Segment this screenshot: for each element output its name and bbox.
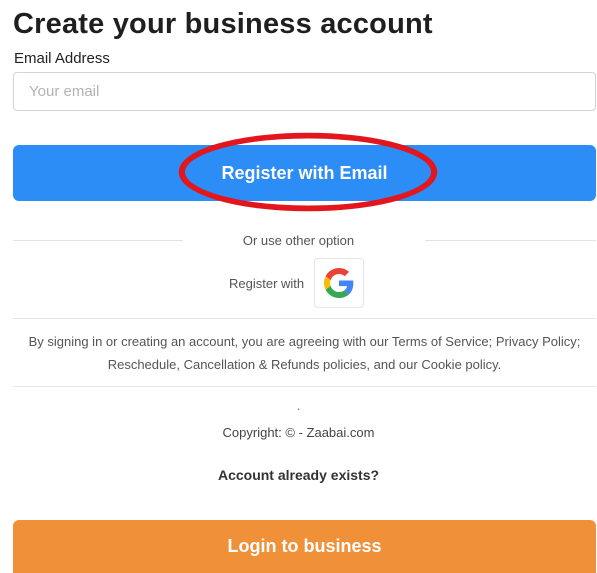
- google-icon: [324, 268, 354, 298]
- email-input[interactable]: [13, 72, 596, 111]
- account-exists-link[interactable]: Account already exists?: [0, 467, 597, 483]
- register-with-label: Register with: [229, 275, 305, 291]
- register-with-email-button[interactable]: Register with Email: [13, 145, 596, 201]
- terms-agreement-text: By signing in or creating an account, yo…: [28, 334, 581, 372]
- separator-top: [13, 318, 596, 319]
- google-register-button[interactable]: [314, 258, 365, 308]
- email-label: Email Address: [14, 50, 110, 67]
- page-title: Create your business account: [13, 8, 433, 40]
- social-register-row: Register with: [229, 257, 365, 309]
- divider-right: [425, 240, 596, 241]
- copyright-text: Copyright: © - Zaabai.com: [222, 425, 375, 440]
- login-to-business-button[interactable]: Login to business: [13, 520, 596, 573]
- separator-bottom: [13, 386, 596, 387]
- separator-mark: .: [296, 398, 301, 413]
